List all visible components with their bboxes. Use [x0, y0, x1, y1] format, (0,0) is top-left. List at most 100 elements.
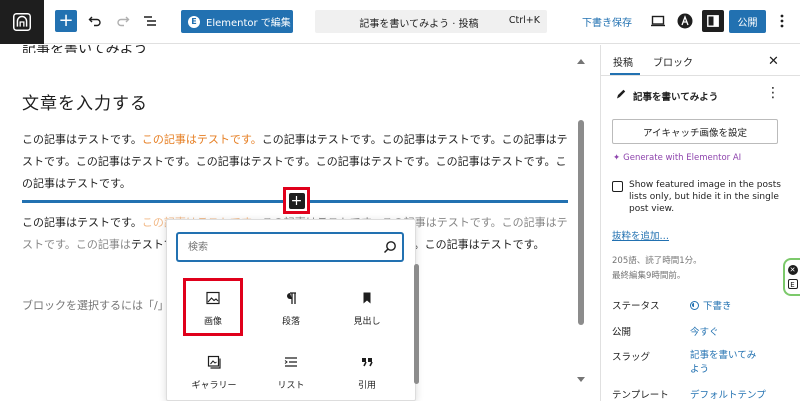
block-option-heading[interactable]: 見出し [337, 281, 397, 339]
document-overview-button[interactable] [139, 10, 161, 32]
inserter-scroll-thumb[interactable] [414, 264, 419, 384]
publish-button[interactable]: 公開 [729, 10, 766, 33]
bookmark-icon [363, 292, 371, 304]
redo-icon [117, 16, 130, 27]
block-option-label: ギャラリー [191, 381, 237, 391]
redo-button[interactable] [112, 10, 134, 32]
elementor-e-icon[interactable]: E [787, 279, 798, 289]
close-icon: ✕ [768, 54, 779, 69]
set-featured-image-button[interactable]: アイキャッチ画像を設定 [612, 119, 778, 144]
block-inserter-toggle-button[interactable]: + [55, 10, 77, 32]
undo-button[interactable] [84, 10, 106, 32]
status-value: 下書き [703, 301, 732, 312]
elementor-button-label: Elementor で編集 [206, 18, 291, 29]
block-option-image[interactable]: 画像 [183, 278, 243, 336]
block-option-label: 段落 [281, 317, 300, 327]
sparkle-icon: ✦ [613, 153, 621, 163]
settings-sidebar-toggle[interactable] [702, 10, 724, 32]
plugin-button[interactable] [674, 10, 696, 32]
gallery-icon [207, 355, 221, 369]
template-label: テンプレート [612, 390, 669, 401]
para1-highlight: この記事はテストです。 [141, 133, 262, 146]
command-palette-bar[interactable]: 記事を書いてみよう · 投稿 Ctrl+K [315, 10, 547, 33]
settings-sidebar: 投稿 ブロック ✕ 記事を書いてみよう ⋮ アイキャッチ画像を設定 ✦ Gener… [600, 45, 800, 401]
plugin-logo-icon [677, 13, 693, 29]
save-draft-button[interactable]: 下書き保存 [582, 14, 632, 29]
inline-inserter-button[interactable]: + [288, 192, 305, 209]
command-bar-shortcut: Ctrl+K [508, 15, 540, 26]
site-icon [13, 13, 31, 31]
pen-icon [617, 89, 626, 99]
tab-post[interactable]: 投稿 [613, 54, 633, 69]
post-meta-info: 205語、読了時間1分。 最終編集9時間前。 [612, 254, 702, 284]
add-excerpt-link[interactable]: 抜粋を追加… [612, 228, 669, 242]
sidebar-tabs: 投稿 ブロック ✕ [601, 45, 800, 76]
inline-inserter-highlight: + [283, 187, 310, 214]
canvas-scrollbar[interactable] [574, 45, 588, 401]
para1-text: この記事はテストです。 [22, 133, 142, 146]
block-option-gallery[interactable]: ギャラリー [184, 345, 244, 401]
active-tab-indicator [610, 73, 640, 75]
slug-value[interactable]: 記事を書いてみ よう [690, 349, 756, 377]
word-count-text: 205語、読了時間1分。 [612, 256, 702, 266]
close-sidebar-button[interactable]: ✕ [768, 54, 779, 69]
close-circle-icon[interactable]: ✕ [787, 265, 798, 275]
undo-icon [88, 16, 101, 27]
show-featured-label: Show featured image in the posts lists o… [629, 180, 781, 214]
default-block-appender[interactable]: ブロックを選択するには「/」 [22, 297, 169, 313]
block-option-label: 画像 [203, 317, 222, 327]
desktop-preview-icon [651, 15, 665, 27]
elementor-icon: E [188, 15, 200, 28]
post-title-partial: 記事を書いてみよう [22, 45, 148, 53]
generate-ai-label: Generate with Elementor AI [623, 153, 742, 163]
inserter-scrollbar[interactable] [414, 264, 419, 401]
block-option-label: 引用 [357, 381, 376, 391]
last-edited-text: 最終編集9時間前。 [612, 271, 686, 281]
scroll-up-arrow-icon[interactable] [577, 59, 585, 64]
more-vertical-icon: ⋮ [766, 85, 780, 101]
sidebar-post-title: 記事を書いてみよう [633, 92, 719, 103]
preview-button[interactable] [647, 10, 669, 32]
list-view-icon [144, 16, 156, 26]
slug-label: スラッグ [612, 352, 651, 363]
quick-inserter-popover: 画像 段落 見出し ギャラリー リスト [166, 219, 419, 401]
sidebar-icon [707, 15, 719, 27]
editor-header: + E Elementor で編集 記事を書いてみよう · 投稿 Ctrl+K … [0, 0, 800, 44]
plus-icon: + [58, 10, 74, 31]
sidebar-scrollbar[interactable] [791, 76, 800, 401]
post-summary-header: 記事を書いてみよう ⋮ [601, 76, 800, 112]
list-icon [284, 357, 297, 367]
options-menu-button[interactable] [771, 10, 793, 32]
publish-date-label: 公開 [612, 327, 632, 338]
block-option-label: リスト [277, 381, 305, 391]
para2-text: この記事はテストです。 [22, 216, 142, 229]
generate-with-ai-link[interactable]: ✦ Generate with Elementor AI [613, 153, 741, 163]
block-option-list[interactable]: リスト [261, 345, 321, 401]
block-search-input[interactable] [177, 233, 403, 261]
status-label: ステータス [612, 301, 660, 312]
paragraph-block-1[interactable]: この記事はテストです。この記事はテストです。この記事はテストです。この記事はテス… [22, 129, 570, 195]
block-option-quote[interactable]: 引用 [337, 345, 397, 401]
heading-block[interactable]: 文章を入力する [22, 89, 148, 114]
wordpress-logo-button[interactable] [0, 0, 44, 44]
search-icon [383, 241, 396, 254]
template-value[interactable]: デフォルトテンプ [690, 387, 766, 401]
slug-value-line1: 記事を書いてみ [690, 350, 757, 361]
status-value-button[interactable]: 下書き [690, 298, 732, 312]
canvas-scroll-thumb[interactable] [578, 120, 584, 325]
slug-value-line2: よう [690, 364, 710, 375]
image-icon [206, 291, 220, 305]
post-actions-button[interactable]: ⋮ [766, 85, 780, 101]
block-option-label: 見出し [353, 317, 381, 327]
quote-icon [362, 358, 373, 367]
block-option-paragraph[interactable]: 段落 [261, 281, 321, 339]
show-featured-checkbox[interactable] [612, 181, 623, 192]
publish-date-value[interactable]: 今すぐ [690, 324, 719, 338]
tab-block[interactable]: ブロック [653, 54, 693, 69]
plus-icon: + [290, 192, 303, 209]
floating-side-widget[interactable]: ✕ E [783, 258, 800, 296]
edit-with-elementor-button[interactable]: E Elementor で編集 [181, 10, 293, 33]
draft-status-icon [690, 301, 699, 310]
scroll-down-arrow-icon[interactable] [577, 377, 585, 382]
paragraph-icon [287, 292, 296, 304]
